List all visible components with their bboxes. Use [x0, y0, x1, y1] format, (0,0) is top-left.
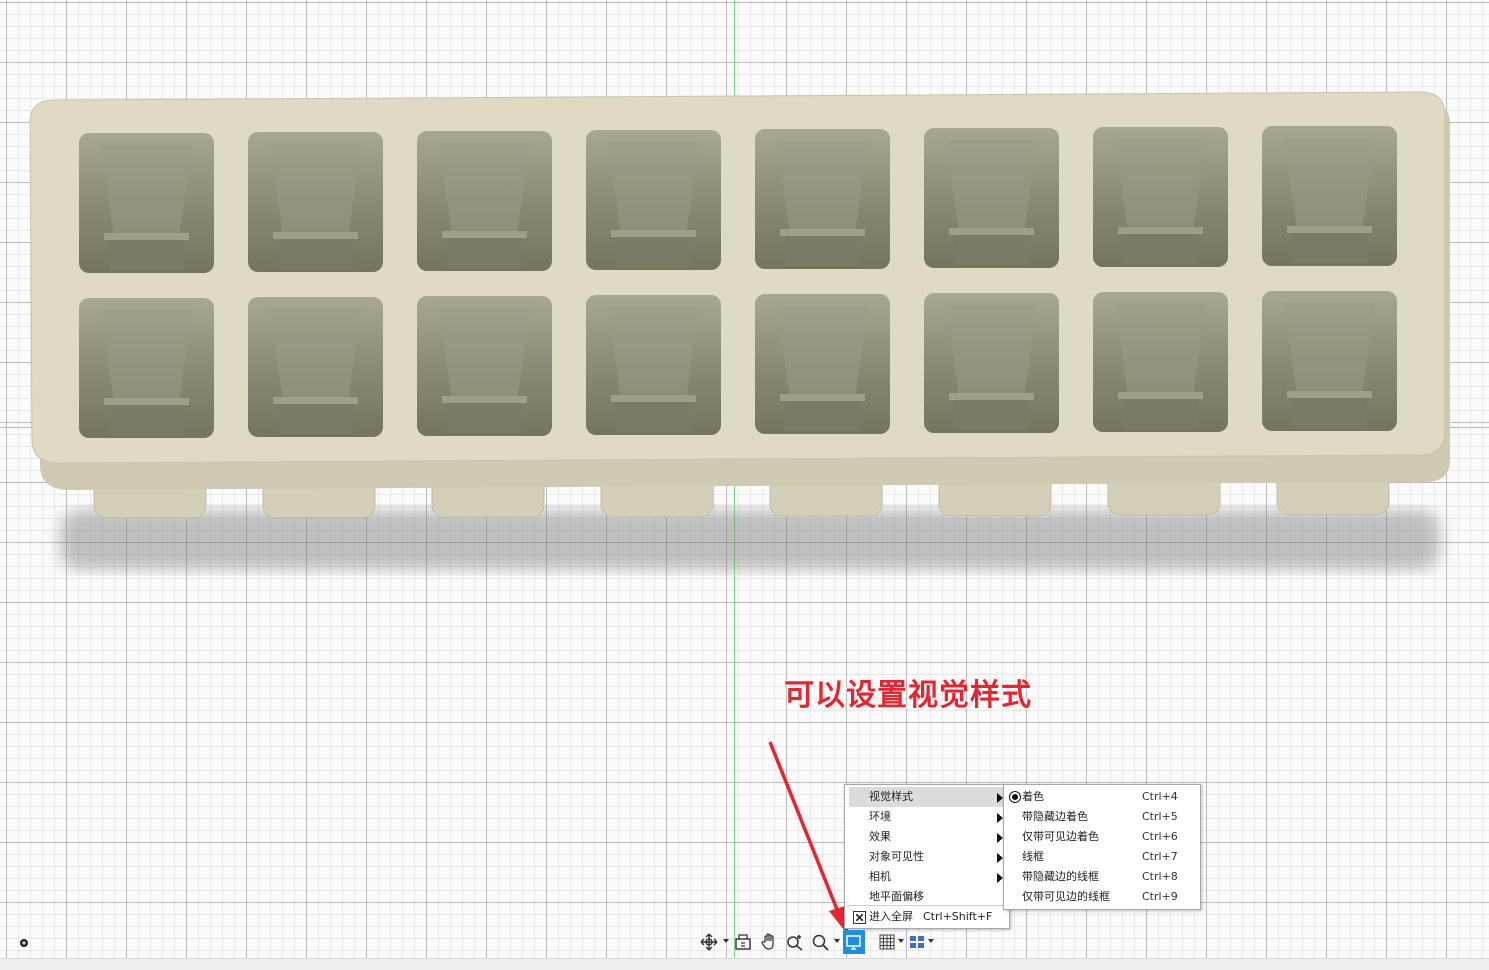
- viewports-icon: [910, 936, 924, 948]
- menu-item-enter-fullscreen[interactable]: 进入全屏 Ctrl+Shift+F: [849, 907, 1005, 927]
- submenu-item-wireframe-hidden-edges[interactable]: 带隐藏边的线框 Ctrl+8: [1006, 867, 1198, 887]
- tray-cavity: [79, 133, 214, 273]
- zoom-window-button[interactable]: [810, 930, 832, 954]
- pan-button[interactable]: [758, 930, 780, 954]
- display-settings-menu: 视觉样式 环境 效果 对象可见性 相机 地平面偏移 进入全屏 Ctrl+Shif…: [844, 784, 1010, 929]
- submenu-item-shaded-hidden-edges[interactable]: 带隐藏边着色 Ctrl+5: [1006, 807, 1198, 827]
- pan-hand-icon: [761, 933, 774, 950]
- orbit-button[interactable]: [698, 930, 720, 954]
- look-at-icon: [735, 934, 751, 950]
- menu-item-object-visibility[interactable]: 对象可见性: [849, 847, 1005, 867]
- tray-shadow: [60, 510, 1440, 570]
- radio-selected-icon: [1009, 791, 1021, 803]
- submenu-item-label: 仅带可见边着色: [1022, 830, 1099, 843]
- menu-item-camera[interactable]: 相机: [849, 867, 1005, 887]
- tray-cavity: [248, 132, 383, 272]
- tray-cavity: [586, 295, 721, 435]
- submenu-item-shortcut: Ctrl+5: [1142, 810, 1178, 823]
- submenu-item-shaded[interactable]: 着色 Ctrl+4: [1006, 787, 1198, 807]
- orbit-icon: [700, 933, 718, 951]
- display-settings-button[interactable]: [843, 930, 865, 954]
- submenu-item-shortcut: Ctrl+7: [1142, 850, 1178, 863]
- menu-item-label: 环境: [869, 810, 891, 823]
- look-at-button[interactable]: [732, 930, 754, 954]
- navigation-marker-icon[interactable]: [14, 932, 36, 952]
- tray-cavity: [924, 128, 1059, 268]
- submenu-item-label: 仅带可见边的线框: [1022, 890, 1110, 903]
- menu-item-label: 效果: [869, 830, 891, 843]
- submenu-item-label: 着色: [1022, 790, 1044, 803]
- tray-cavity: [417, 131, 552, 271]
- submenu-item-wireframe-visible-edges[interactable]: 仅带可见边的线框 Ctrl+9: [1006, 887, 1198, 907]
- viewports-button[interactable]: [906, 930, 928, 954]
- tray-cavity: [1093, 292, 1228, 432]
- menu-item-label: 地平面偏移: [869, 890, 924, 903]
- status-bar: [0, 958, 1489, 970]
- grid-dropdown-caret[interactable]: [898, 939, 904, 943]
- fullscreen-icon: [853, 911, 866, 924]
- tray-cavity: [1262, 291, 1397, 431]
- submenu-item-label: 带隐藏边着色: [1022, 810, 1088, 823]
- tray-cavity: [755, 129, 890, 269]
- tray-cavity: [924, 293, 1059, 433]
- visual-style-submenu: 着色 Ctrl+4 带隐藏边着色 Ctrl+5 仅带可见边着色 Ctrl+6 线…: [1003, 784, 1201, 910]
- grid-snaps-icon: [879, 934, 895, 950]
- submenu-item-shortcut: Ctrl+6: [1142, 830, 1178, 843]
- tray-cavity: [248, 297, 383, 437]
- tray-top-face: [29, 91, 1446, 464]
- tray-cavity: [417, 296, 552, 436]
- tray-cavity: [79, 298, 214, 438]
- menu-divider: [847, 905, 1007, 906]
- tray-cavity: [755, 294, 890, 434]
- navigation-toolbar: [698, 930, 938, 954]
- menu-item-label: 进入全屏: [869, 910, 913, 923]
- viewports-dropdown-caret[interactable]: [928, 939, 934, 943]
- display-settings-icon: [846, 935, 861, 950]
- display-settings-dropdown-caret[interactable]: [867, 939, 873, 943]
- tray-cavity: [1093, 127, 1228, 267]
- zoom-button[interactable]: [784, 930, 806, 954]
- menu-item-ground-plane-offset[interactable]: 地平面偏移: [849, 887, 1005, 907]
- submenu-item-label: 线框: [1022, 850, 1044, 863]
- ice-tray-model[interactable]: [0, 0, 1489, 600]
- menu-item-environment[interactable]: 环境: [849, 807, 1005, 827]
- menu-item-label: 对象可见性: [869, 850, 924, 863]
- submenu-item-shortcut: Ctrl+4: [1142, 790, 1178, 803]
- menu-item-shortcut: Ctrl+Shift+F: [923, 910, 993, 923]
- zoom-icon: [787, 935, 803, 951]
- submenu-item-shortcut: Ctrl+8: [1142, 870, 1178, 883]
- menu-item-effects[interactable]: 效果: [849, 827, 1005, 847]
- zoom-dropdown-caret[interactable]: [834, 939, 840, 943]
- grid-snaps-button[interactable]: [876, 930, 898, 954]
- submenu-item-shortcut: Ctrl+9: [1142, 890, 1178, 903]
- annotation-text: 可以设置视觉样式: [784, 678, 1032, 713]
- menu-item-label: 视觉样式: [869, 790, 913, 803]
- menu-item-visual-style[interactable]: 视觉样式: [849, 787, 1005, 807]
- tray-cavity: [1262, 126, 1397, 266]
- tray-cavity: [586, 130, 721, 270]
- submenu-item-wireframe[interactable]: 线框 Ctrl+7: [1006, 847, 1198, 867]
- menu-item-label: 相机: [869, 870, 891, 883]
- zoom-window-icon: [812, 934, 829, 951]
- submenu-item-label: 带隐藏边的线框: [1022, 870, 1099, 883]
- orbit-dropdown-caret[interactable]: [723, 939, 729, 943]
- submenu-item-shaded-visible-edges[interactable]: 仅带可见边着色 Ctrl+6: [1006, 827, 1198, 847]
